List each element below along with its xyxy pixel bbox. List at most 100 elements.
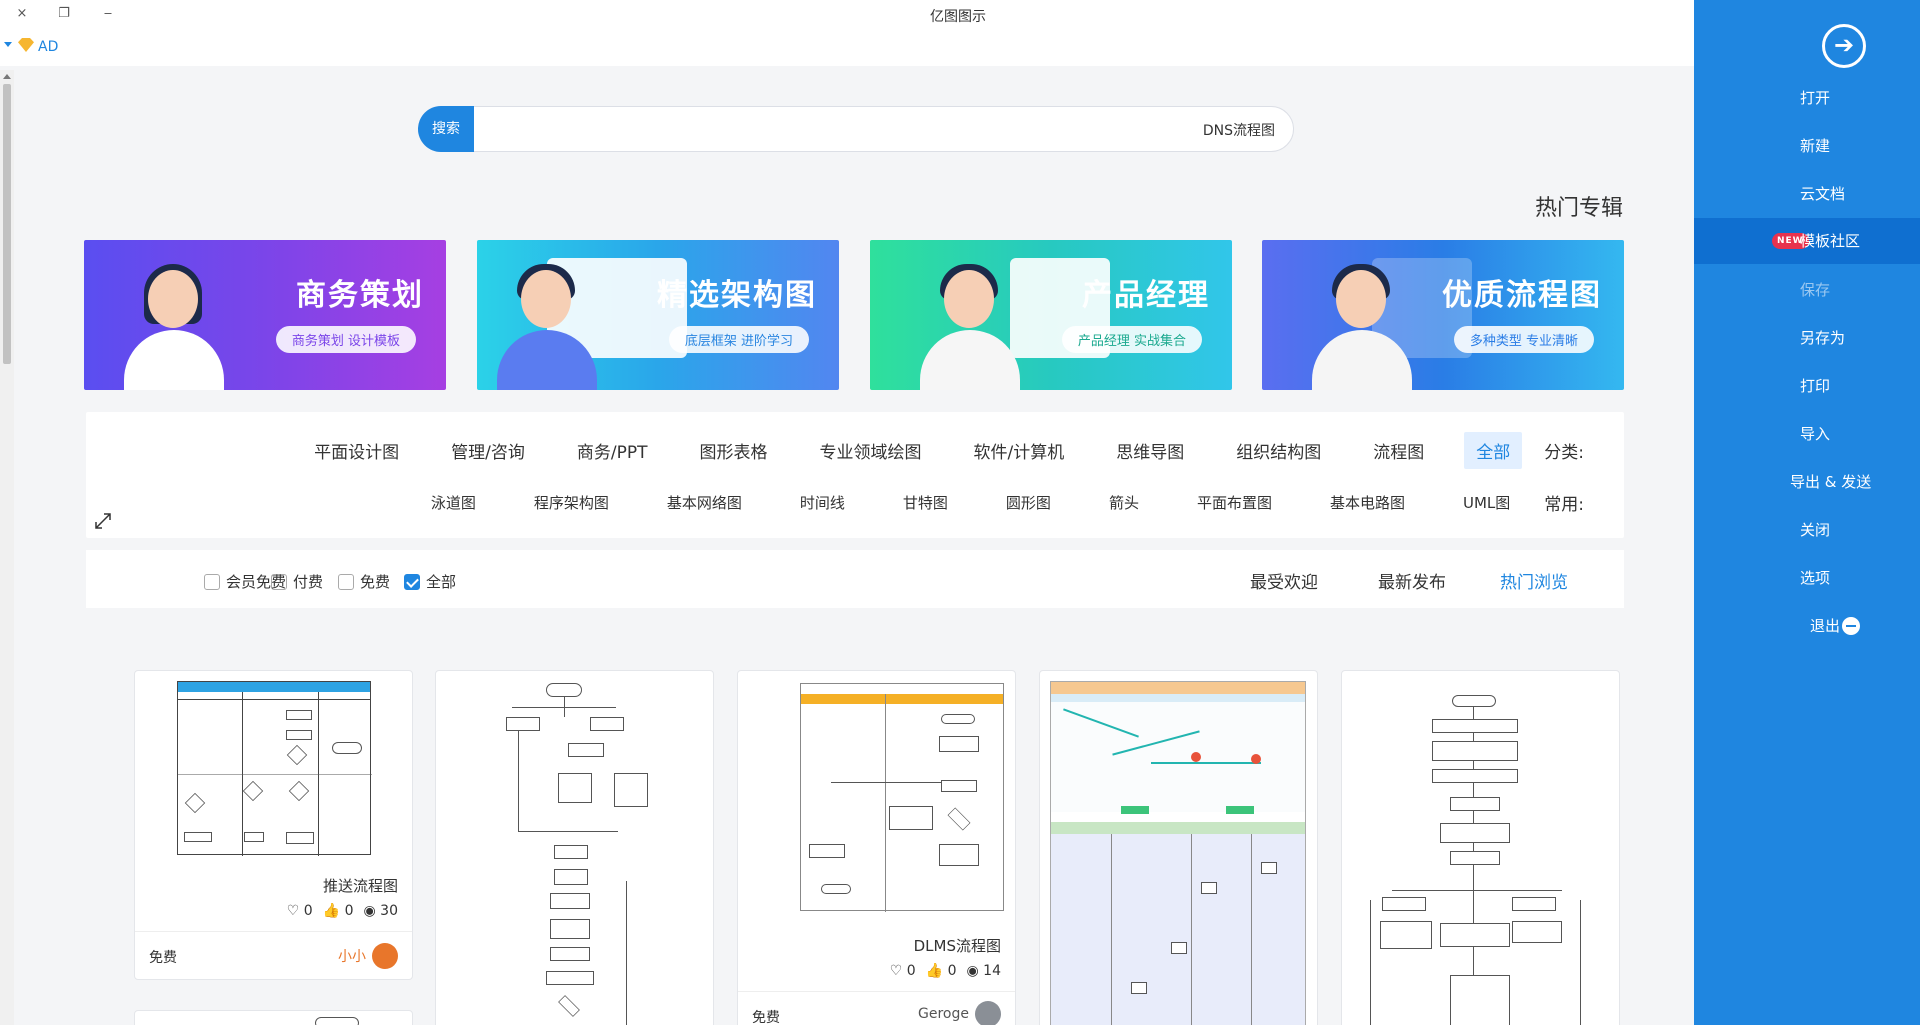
- common-circle[interactable]: 圆形图: [994, 486, 1063, 519]
- search-box: 搜索: [418, 106, 1294, 152]
- card-stats: ♡ 0 👍 0 ◉ 14: [890, 963, 1001, 979]
- expand-icon[interactable]: [94, 512, 112, 530]
- card-price: 免费: [752, 1010, 780, 1025]
- template-card[interactable]: DLMS流程图 ♡ 0 👍 0 ◉ 14 Geroge 免费: [737, 670, 1016, 1025]
- sidebar-item-exit[interactable]: 退出: [1694, 603, 1920, 649]
- filter-free[interactable]: 免费: [338, 571, 390, 592]
- sidebar-item-import[interactable]: 导入: [1694, 411, 1920, 457]
- category-mind-map[interactable]: 思维导图: [1104, 432, 1196, 469]
- scrollbar[interactable]: [0, 70, 14, 1025]
- banner-title: 产品经理: [1082, 278, 1210, 313]
- search-input[interactable]: [575, 119, 1275, 141]
- sidebar-item-template-community[interactable]: NEW 模板社区: [1694, 218, 1920, 264]
- scroll-up-arrow-icon[interactable]: [3, 74, 11, 79]
- sidebar-item-save-as[interactable]: 另存为: [1694, 315, 1920, 361]
- fav-stat[interactable]: ♡ 0: [287, 903, 313, 919]
- banner-subtitle: 商务策划 设计模板: [275, 326, 416, 353]
- banner-architecture[interactable]: 精选架构图 底层框架 进阶学习: [477, 240, 839, 390]
- category-table[interactable]: 图形表格: [688, 432, 780, 469]
- like-stat[interactable]: 👍 0: [323, 903, 354, 919]
- template-card[interactable]: [435, 670, 714, 1025]
- common-network[interactable]: 基本网络图: [655, 486, 754, 519]
- filter-all[interactable]: 全部: [404, 571, 456, 592]
- filter-label: 付费: [293, 573, 324, 591]
- user-name[interactable]: AD: [38, 39, 58, 55]
- heart-icon: ♡: [286, 903, 300, 919]
- common-label: 常用:: [1544, 495, 1584, 515]
- heart-icon: ♡: [889, 963, 903, 979]
- sidebar-item-label: 新建: [1800, 137, 1831, 155]
- category-business[interactable]: 商务/PPT: [565, 432, 660, 469]
- checkbox[interactable]: [204, 573, 220, 590]
- common-timeline[interactable]: 时间线: [788, 486, 857, 519]
- sidebar-item-label: 打开: [1800, 89, 1831, 107]
- tab-popular[interactable]: 最受欢迎: [1250, 568, 1318, 593]
- fav-count: 0: [303, 903, 313, 919]
- sidebar-item-open[interactable]: 打开: [1694, 75, 1920, 121]
- common-arrow[interactable]: 箭头: [1097, 486, 1151, 519]
- sidebar-item-export[interactable]: 导出 & 发送: [1694, 459, 1920, 505]
- sidebar-item-options[interactable]: 选项: [1694, 555, 1920, 601]
- search-button[interactable]: 搜索: [418, 106, 474, 152]
- banner-person-illustration: [487, 264, 607, 390]
- template-card[interactable]: [1039, 670, 1318, 1025]
- sidebar-item-cloud[interactable]: 云文档: [1694, 171, 1920, 217]
- restore-icon[interactable]: ❐: [54, 4, 74, 24]
- template-card[interactable]: [134, 1010, 413, 1025]
- close-icon[interactable]: ×: [12, 4, 32, 24]
- section-title: 热门专辑: [1535, 196, 1624, 221]
- filter-bar: 热门浏览 最新发布 最受欢迎 全部 免费 付费 会员免费: [86, 550, 1624, 608]
- sidebar-item-save[interactable]: 保存: [1694, 267, 1920, 313]
- eye-icon: ◉: [363, 903, 376, 919]
- card-author[interactable]: Geroge: [918, 1001, 1001, 1025]
- like-count: 0: [947, 963, 957, 979]
- scroll-thumb[interactable]: [3, 84, 11, 364]
- banner-person-illustration: [114, 264, 234, 390]
- card-author[interactable]: 小小: [338, 943, 398, 969]
- card-title[interactable]: 推送流程图: [323, 875, 398, 896]
- common-circuit[interactable]: 基本电路图: [1318, 486, 1417, 519]
- banner-flowchart[interactable]: 优质流程图 多种类型 专业清晰: [1262, 240, 1624, 390]
- filter-member-free[interactable]: 会员免费: [204, 571, 286, 592]
- sidebar-item-print[interactable]: 打印: [1694, 363, 1920, 409]
- category-flowchart[interactable]: 流程图: [1361, 432, 1436, 469]
- common-swimlane[interactable]: 泳道图: [419, 486, 488, 519]
- minimize-icon[interactable]: ‒: [98, 4, 118, 24]
- template-card[interactable]: [1341, 670, 1620, 1025]
- card-divider: [135, 931, 412, 932]
- sidebar-item-close[interactable]: 关闭: [1694, 507, 1920, 553]
- banner-business-plan[interactable]: 商务策划 商务策划 设计模板: [84, 240, 446, 390]
- card-thumbnail: [1362, 685, 1602, 1025]
- window-title: 亿图图示: [930, 9, 986, 25]
- fav-stat[interactable]: ♡ 0: [890, 963, 916, 979]
- category-professional[interactable]: 专业领域绘图: [808, 432, 934, 469]
- common-architecture[interactable]: 程序架构图: [522, 486, 621, 519]
- banner-subtitle: 多种类型 专业清晰: [1453, 326, 1594, 353]
- card-title[interactable]: DLMS流程图: [914, 935, 1001, 956]
- category-graphic-design[interactable]: 平面设计图: [302, 432, 411, 469]
- like-stat[interactable]: 👍 0: [926, 963, 957, 979]
- category-software[interactable]: 软件/计算机: [962, 432, 1077, 469]
- sidebar-item-label: 退出: [1810, 617, 1841, 635]
- back-arrow-icon[interactable]: ➔: [1822, 24, 1866, 68]
- filter-label: 全部: [426, 573, 457, 591]
- template-card[interactable]: 推送流程图 ♡ 0 👍 0 ◉ 30 小小 免费: [134, 670, 413, 980]
- checkbox-checked[interactable]: [404, 573, 420, 590]
- sidebar-item-label: 打印: [1800, 377, 1831, 395]
- category-all[interactable]: 全部: [1464, 432, 1523, 469]
- card-thumbnail: [177, 681, 372, 856]
- banner-product-manager[interactable]: 产品经理 产品经理 实战集合: [870, 240, 1232, 390]
- category-org-chart[interactable]: 组织结构图: [1224, 432, 1333, 469]
- sidebar-item-new[interactable]: 新建: [1694, 123, 1920, 169]
- common-floor-plan[interactable]: 平面布置图: [1185, 486, 1284, 519]
- common-uml[interactable]: UML图: [1451, 486, 1522, 519]
- tab-hot[interactable]: 热门浏览: [1500, 568, 1568, 593]
- tab-latest[interactable]: 最新发布: [1378, 568, 1446, 593]
- checkbox[interactable]: [338, 573, 354, 590]
- eye-icon: ◉: [966, 963, 979, 979]
- common-gantt[interactable]: 甘特图: [891, 486, 960, 519]
- category-panel: 分类: 全部 流程图 组织结构图 思维导图 软件/计算机 专业领域绘图 图形表格…: [86, 412, 1624, 538]
- category-management[interactable]: 管理/咨询: [439, 432, 537, 469]
- view-stat: ◉ 30: [364, 903, 399, 919]
- chevron-down-icon[interactable]: [4, 42, 12, 47]
